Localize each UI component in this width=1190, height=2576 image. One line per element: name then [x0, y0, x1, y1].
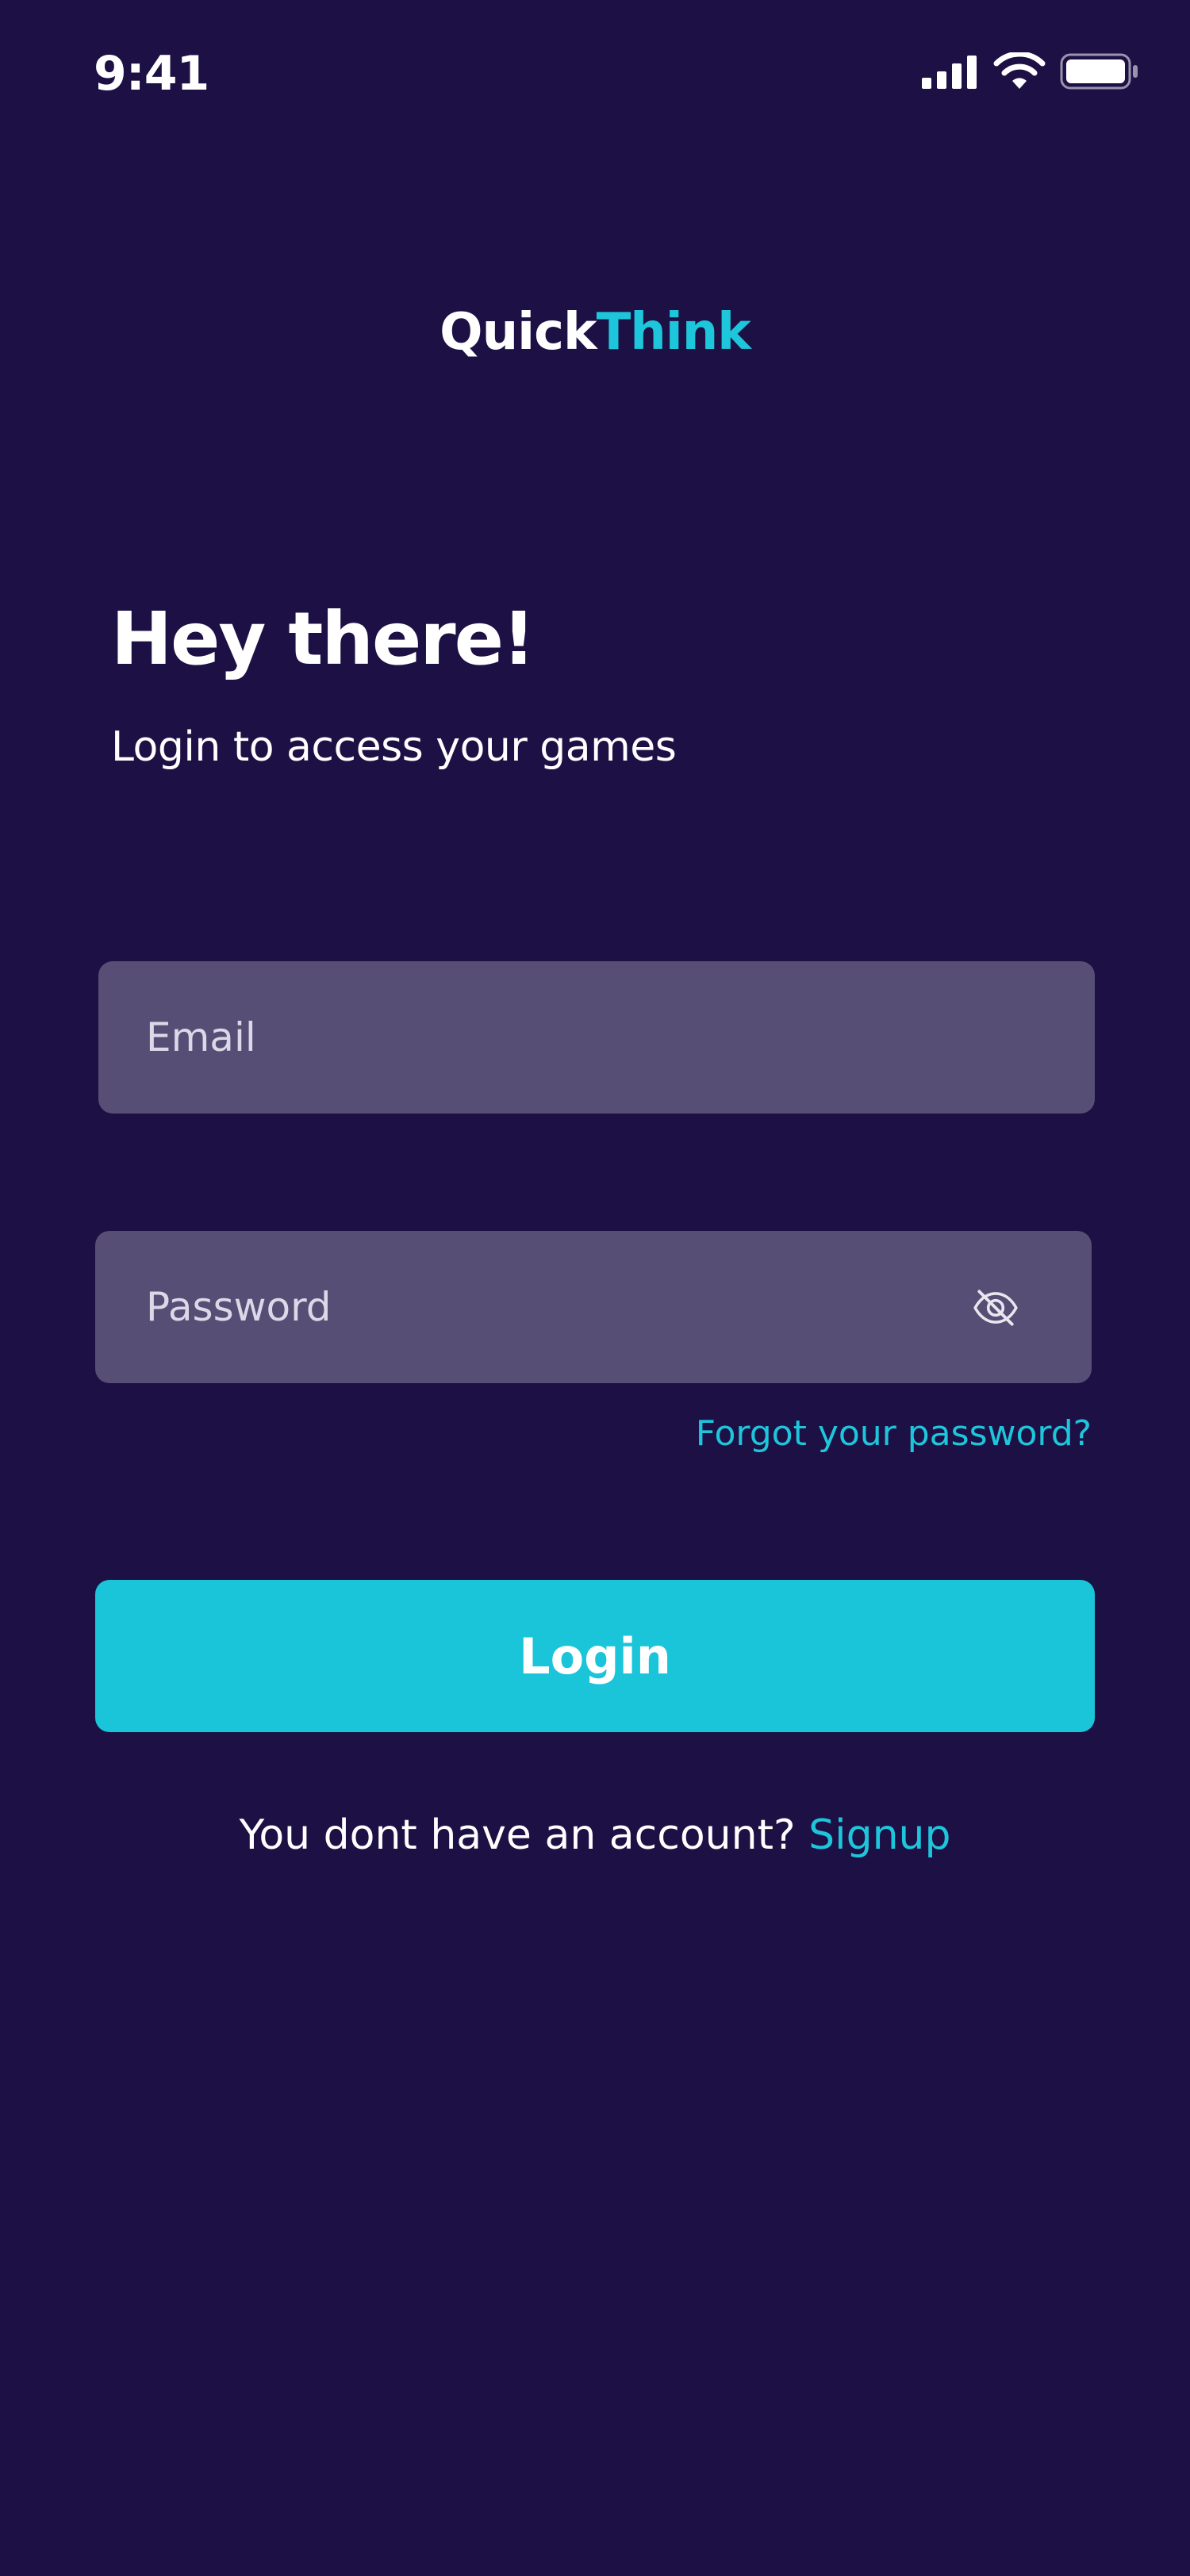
page-subtitle: Login to access your games [111, 723, 677, 771]
password-field[interactable] [146, 1284, 1020, 1330]
password-field-container [95, 1231, 1092, 1383]
logo-quick: Quick [440, 303, 597, 362]
forgot-password-link[interactable]: Forgot your password? [696, 1413, 1092, 1454]
signup-link[interactable]: Signup [808, 1811, 950, 1859]
email-field-container [98, 961, 1095, 1114]
email-field[interactable] [146, 1014, 1047, 1060]
signup-row: You dont have an account? Signup [0, 1811, 1190, 1859]
page-title: Hey there! [111, 596, 536, 681]
app-logo: QuickThink [0, 303, 1190, 362]
login-button[interactable]: Login [95, 1580, 1095, 1732]
battery-icon [1060, 53, 1138, 90]
signal-icon [922, 56, 977, 89]
logo-think: Think [596, 303, 751, 362]
signup-prompt: You dont have an account? [239, 1811, 796, 1859]
status-icons [922, 52, 1139, 90]
eye-slash-icon[interactable] [971, 1283, 1020, 1332]
status-bar: 9:41 [0, 0, 1190, 151]
status-time: 9:41 [94, 46, 209, 102]
wifi-icon [993, 52, 1046, 89]
